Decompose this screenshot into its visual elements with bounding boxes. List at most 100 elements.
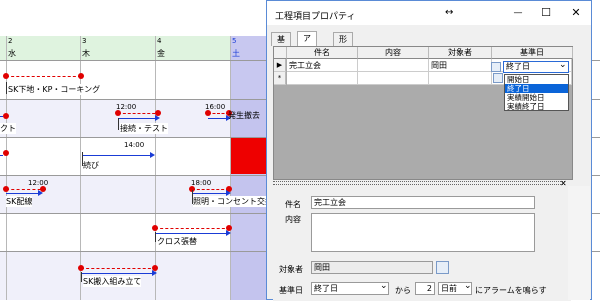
- person-picker-icon[interactable]: [493, 73, 503, 83]
- task-arrow: [118, 118, 155, 119]
- arrow-head: [152, 270, 157, 276]
- day-number: 2: [8, 37, 13, 45]
- days-stepper[interactable]: 2: [415, 282, 435, 295]
- arrow-head: [226, 230, 231, 236]
- subject-label: 件名: [285, 200, 301, 209]
- dropdown-option-selected[interactable]: 終了日: [505, 84, 568, 93]
- offset-select[interactable]: 日前 ⌄: [438, 281, 472, 295]
- task-label: 発生撤去: [228, 111, 260, 120]
- splitter[interactable]: [273, 181, 565, 182]
- chevron-down-icon[interactable]: ⌄: [559, 60, 567, 70]
- task-start-dot[interactable]: [205, 110, 211, 116]
- task-label: SK搬入組み立て: [83, 276, 142, 287]
- task-bar[interactable]: [6, 76, 81, 77]
- grid-corner: [274, 47, 287, 59]
- base-date-label: 基準日: [279, 286, 303, 295]
- day-number: 5: [232, 37, 237, 45]
- tab-basic[interactable]: 基本: [271, 32, 291, 57]
- content-label: 内容: [285, 215, 301, 224]
- task-end-dot[interactable]: [78, 73, 84, 79]
- from-label: から: [395, 286, 411, 295]
- chevron-down-icon[interactable]: ⌄: [464, 281, 472, 292]
- weekend-column-overlay: [230, 251, 268, 300]
- title-bar[interactable]: 工程項目プロパティ ↔ — ☐ ✕: [267, 1, 591, 25]
- cell-subject[interactable]: [287, 72, 358, 85]
- day-number: 3: [82, 37, 87, 45]
- task-bar[interactable]: [192, 189, 229, 190]
- task-label: 続び: [83, 160, 99, 171]
- arrow-head: [150, 152, 155, 158]
- cell-content[interactable]: [358, 59, 429, 72]
- weekend-column-overlay: [230, 175, 268, 213]
- new-row-indicator[interactable]: *: [274, 72, 286, 85]
- chevron-down-icon[interactable]: ⌄: [380, 281, 388, 292]
- day-divider: [155, 36, 156, 300]
- task-start-dot[interactable]: [115, 110, 121, 116]
- dropdown-option[interactable]: 実績終了日: [505, 102, 568, 111]
- scrollbar-right[interactable]: [568, 186, 590, 300]
- task-label-tick: [81, 272, 82, 282]
- task-bar[interactable]: [81, 268, 156, 269]
- person-picker-icon[interactable]: [491, 62, 501, 72]
- base-date-combo[interactable]: 終了日 ⌄: [503, 60, 569, 73]
- highlighted-cell: [231, 138, 268, 174]
- alarm-text: にアラームを鳴らす: [475, 286, 547, 295]
- task-label: SK下地・KP・コーキング: [8, 84, 101, 95]
- dropdown-option[interactable]: 開始日: [505, 75, 568, 84]
- arrow-head: [155, 115, 160, 121]
- task-start-dot[interactable]: [3, 73, 9, 79]
- task-time: 14:00: [124, 141, 145, 149]
- task-end-dot[interactable]: [3, 150, 9, 156]
- column-header-content[interactable]: 内容: [358, 47, 429, 59]
- dialog-title: 工程項目プロパティ: [275, 12, 356, 22]
- cell-content[interactable]: [358, 72, 429, 85]
- task-end-dot[interactable]: [3, 113, 9, 119]
- task-bar[interactable]: [155, 228, 230, 229]
- day-name: 木: [82, 49, 90, 58]
- maximize-button[interactable]: ☐: [531, 1, 561, 25]
- splitter[interactable]: [273, 184, 565, 185]
- task-label-tick: [118, 118, 119, 130]
- task-label: クロス張替: [157, 236, 197, 247]
- task-label: 接続・テスト: [120, 123, 168, 134]
- properties-dialog: 工程項目プロパティ ↔ — ☐ ✕ 基本 アラーム 形状 件名 内容 対象者 基…: [266, 0, 592, 301]
- cell-person[interactable]: 岡田: [429, 59, 492, 72]
- person-label: 対象者: [279, 265, 303, 274]
- task-arrow: [208, 118, 227, 119]
- day-divider: [230, 36, 231, 300]
- task-bar[interactable]: [118, 113, 160, 114]
- subject-field[interactable]: 完工立会: [311, 196, 535, 209]
- day-name: 土: [232, 49, 240, 58]
- day-name: 水: [8, 49, 16, 58]
- offset-value: 日前: [441, 284, 457, 293]
- days-value: 2: [426, 284, 432, 293]
- task-label: SK配線: [6, 196, 33, 207]
- dropdown-option[interactable]: 実績開始日: [505, 93, 568, 102]
- content-field[interactable]: [311, 213, 535, 252]
- column-header-base-date[interactable]: 基準日: [492, 47, 573, 59]
- tab-alarm[interactable]: アラーム: [297, 31, 317, 82]
- day-name: 金: [157, 49, 165, 58]
- cell-subject[interactable]: 完工立会: [287, 59, 358, 72]
- task-label-tick: [155, 232, 156, 242]
- gantt-header-band: [0, 36, 268, 60]
- base-date-select[interactable]: 終了日 ⌄: [311, 281, 389, 295]
- combo-value: 終了日: [506, 62, 530, 71]
- task-arrow: [6, 193, 38, 194]
- minimize-button[interactable]: —: [503, 1, 533, 25]
- row-indicator[interactable]: ▶: [274, 59, 286, 72]
- column-header-subject[interactable]: 件名: [287, 47, 358, 59]
- task-label: 照明・コンセント交換: [193, 196, 273, 207]
- task-arrow: [81, 273, 152, 274]
- person-picker-icon[interactable]: [436, 261, 449, 274]
- task-arrow: [0, 155, 3, 156]
- arrow-head: [38, 190, 43, 196]
- base-date-dropdown: 開始日 終了日 実績開始日 実績終了日: [504, 74, 569, 111]
- column-header-person[interactable]: 対象者: [429, 47, 492, 59]
- task-arrow: [155, 233, 226, 234]
- task-label: クト: [0, 123, 16, 134]
- tab-shape[interactable]: 形状: [333, 32, 353, 57]
- cell-person[interactable]: [429, 72, 492, 85]
- close-button[interactable]: ✕: [561, 1, 591, 25]
- person-field[interactable]: 岡田: [311, 261, 433, 274]
